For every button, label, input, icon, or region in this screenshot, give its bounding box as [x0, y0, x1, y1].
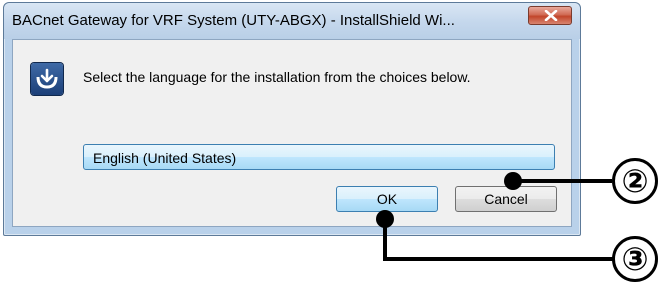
- cancel-button[interactable]: Cancel: [455, 186, 557, 212]
- close-button[interactable]: [528, 6, 572, 25]
- callout-2-marker: ②: [612, 158, 658, 204]
- installshield-icon: [31, 63, 63, 95]
- callout-3-line: [383, 218, 387, 260]
- callout-3-marker: ③: [612, 236, 658, 282]
- language-select-value: English (United States): [93, 150, 237, 166]
- title-bar[interactable]: BACnet Gateway for VRF System (UTY-ABGX)…: [4, 3, 580, 39]
- screenshot-stage: BACnet Gateway for VRF System (UTY-ABGX)…: [0, 0, 662, 284]
- installer-window: BACnet Gateway for VRF System (UTY-ABGX)…: [3, 2, 581, 236]
- callout-2-line: [512, 179, 612, 183]
- callout-3-line: [383, 257, 613, 261]
- close-icon: [544, 10, 558, 21]
- ok-button[interactable]: OK: [336, 186, 438, 212]
- language-select[interactable]: English (United States): [83, 144, 555, 170]
- dialog-body: Select the language for the installation…: [12, 39, 572, 227]
- window-title: BACnet Gateway for VRF System (UTY-ABGX)…: [12, 12, 455, 29]
- language-prompt: Select the language for the installation…: [83, 69, 471, 85]
